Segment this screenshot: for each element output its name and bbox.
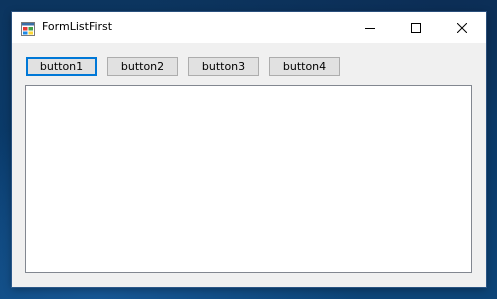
minimize-icon — [365, 23, 375, 33]
winforms-app-icon[interactable] — [21, 21, 35, 36]
close-icon — [457, 22, 467, 33]
button4[interactable]: button4 — [269, 57, 340, 76]
list-box[interactable] — [25, 85, 472, 273]
title-bar[interactable]: FormListFirst — [12, 12, 486, 43]
button3[interactable]: button3 — [188, 57, 259, 76]
maximize-button[interactable] — [393, 12, 439, 43]
form-window: FormListFirst button1 button2 button3 bu… — [12, 12, 486, 287]
window-title: FormListFirst — [42, 20, 113, 33]
maximize-icon — [411, 22, 421, 33]
minimize-button[interactable] — [347, 12, 393, 43]
button2[interactable]: button2 — [107, 57, 178, 76]
close-button[interactable] — [439, 12, 485, 43]
button1[interactable]: button1 — [26, 57, 97, 76]
